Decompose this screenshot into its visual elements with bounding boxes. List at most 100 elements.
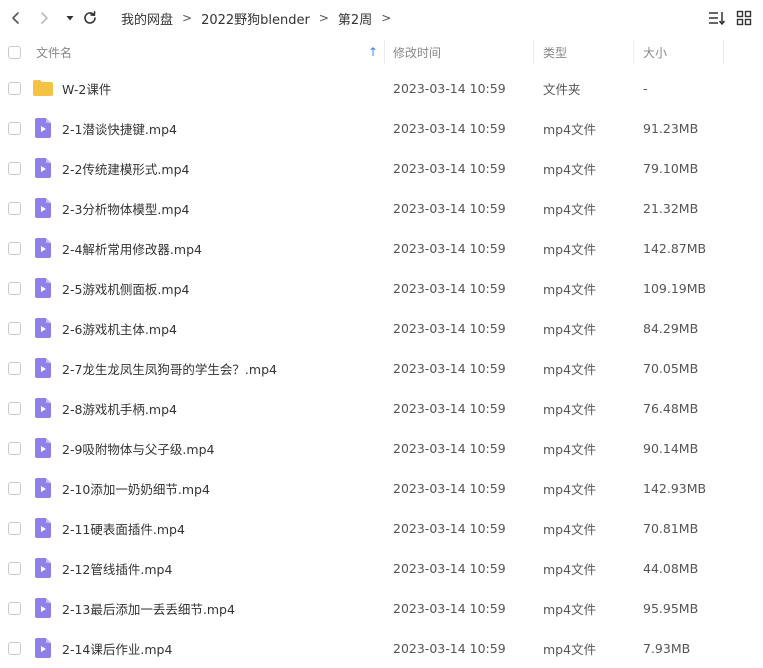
row-checkbox[interactable]	[8, 241, 21, 255]
history-dropdown-button[interactable]	[60, 8, 80, 28]
column-divider[interactable]	[633, 40, 634, 64]
file-row[interactable]: 2-13最后添加一丢丢细节.mp4 2023-03-14 10:59 mp4文件…	[0, 588, 763, 628]
forward-button[interactable]	[34, 8, 54, 28]
file-icon-cell	[32, 628, 54, 668]
row-checkbox[interactable]	[8, 441, 21, 455]
row-checkbox-cell	[8, 148, 21, 188]
column-divider[interactable]	[384, 40, 385, 64]
row-checkbox-cell	[8, 188, 21, 228]
row-checkbox[interactable]	[8, 601, 21, 615]
row-checkbox[interactable]	[8, 161, 21, 175]
select-all-checkbox[interactable]	[8, 45, 21, 59]
column-divider[interactable]	[533, 40, 534, 64]
row-checkbox[interactable]	[8, 481, 21, 495]
file-name[interactable]: 2-2传统建模形式.mp4	[62, 148, 189, 188]
file-size: 95.95MB	[643, 600, 699, 616]
row-checkbox-cell	[8, 68, 21, 108]
column-header: 文件名 ↑ 修改时间 类型 大小	[0, 36, 763, 68]
file-row[interactable]: 2-5游戏机侧面板.mp4 2023-03-14 10:59 mp4文件 109…	[0, 268, 763, 308]
file-name[interactable]: W-2课件	[62, 68, 111, 108]
file-icon-cell	[32, 428, 54, 468]
column-modified-header[interactable]: 修改时间	[393, 36, 533, 68]
file-row[interactable]: 2-7龙生龙凤生凤狗哥的学生会？.mp4 2023-03-14 10:59 mp…	[0, 348, 763, 388]
row-checkbox[interactable]	[8, 81, 21, 95]
row-checkbox[interactable]	[8, 361, 21, 375]
file-size: 7.93MB	[643, 640, 691, 656]
row-checkbox-cell	[8, 428, 21, 468]
file-row[interactable]: 2-9吸附物体与父子级.mp4 2023-03-14 10:59 mp4文件 9…	[0, 428, 763, 468]
sort-list-icon	[709, 12, 726, 26]
file-icon-cell	[32, 388, 54, 428]
breadcrumb: 我的网盘 > 2022野狗blender > 第2周 >	[121, 0, 400, 36]
file-row[interactable]: 2-3分析物体模型.mp4 2023-03-14 10:59 mp4文件 21.…	[0, 188, 763, 228]
file-icon-cell	[32, 148, 54, 188]
file-name[interactable]: 2-10添加一奶奶细节.mp4	[62, 468, 210, 508]
chevron-right-icon	[41, 12, 48, 24]
file-name[interactable]: 2-3分析物体模型.mp4	[62, 188, 189, 228]
row-checkbox[interactable]	[8, 641, 21, 655]
file-modified-time: 2023-03-14 10:59	[393, 520, 506, 536]
file-type: mp4文件	[543, 121, 597, 137]
row-checkbox-cell	[8, 308, 21, 348]
row-checkbox[interactable]	[8, 321, 21, 335]
row-checkbox[interactable]	[8, 561, 21, 575]
folder-row[interactable]: W-2课件 2023-03-14 10:59 文件夹 -	[0, 68, 763, 108]
column-type-label: 类型	[543, 45, 568, 60]
file-icon-cell	[32, 468, 54, 508]
file-row[interactable]: 2-11硬表面插件.mp4 2023-03-14 10:59 mp4文件 70.…	[0, 508, 763, 548]
breadcrumb-item-course[interactable]: 2022野狗blender	[201, 9, 310, 28]
row-checkbox[interactable]	[8, 521, 21, 535]
sort-button[interactable]	[708, 9, 726, 27]
file-row[interactable]: 2-4解析常用修改器.mp4 2023-03-14 10:59 mp4文件 14…	[0, 228, 763, 268]
file-name[interactable]: 2-13最后添加一丢丢细节.mp4	[62, 588, 235, 628]
file-name[interactable]: 2-8游戏机手柄.mp4	[62, 388, 177, 428]
row-checkbox[interactable]	[8, 201, 21, 215]
file-name[interactable]: 2-1潜谈快捷键.mp4	[62, 108, 177, 148]
file-type: mp4文件	[543, 321, 597, 337]
file-size: 142.87MB	[643, 240, 707, 256]
column-divider[interactable]	[723, 40, 724, 64]
column-size-header[interactable]: 大小	[643, 36, 723, 68]
grid-view-button[interactable]	[735, 9, 753, 27]
file-name[interactable]: 2-6游戏机主体.mp4	[62, 308, 177, 348]
video-file-icon	[35, 558, 51, 578]
file-icon-cell	[32, 68, 54, 108]
row-checkbox-cell	[8, 108, 21, 148]
row-checkbox[interactable]	[8, 121, 21, 135]
file-row[interactable]: 2-14课后作业.mp4 2023-03-14 10:59 mp4文件 7.93…	[0, 628, 763, 668]
column-name-header[interactable]: 文件名 ↑	[36, 36, 384, 68]
file-icon-cell	[32, 588, 54, 628]
column-modified-label: 修改时间	[393, 45, 442, 60]
video-file-icon	[35, 398, 51, 418]
file-name[interactable]: 2-5游戏机侧面板.mp4	[62, 268, 189, 308]
file-type: mp4文件	[543, 281, 597, 297]
file-size: 70.05MB	[643, 360, 699, 376]
file-row[interactable]: 2-12管线插件.mp4 2023-03-14 10:59 mp4文件 44.0…	[0, 548, 763, 588]
breadcrumb-separator: >	[182, 11, 193, 25]
column-size-label: 大小	[643, 45, 668, 60]
file-row[interactable]: 2-8游戏机手柄.mp4 2023-03-14 10:59 mp4文件 76.4…	[0, 388, 763, 428]
file-name[interactable]: 2-7龙生龙凤生凤狗哥的学生会？.mp4	[62, 348, 277, 388]
file-row[interactable]: 2-2传统建模形式.mp4 2023-03-14 10:59 mp4文件 79.…	[0, 148, 763, 188]
breadcrumb-item-root[interactable]: 我的网盘	[121, 9, 173, 28]
file-name[interactable]: 2-4解析常用修改器.mp4	[62, 228, 202, 268]
file-name[interactable]: 2-12管线插件.mp4	[62, 548, 172, 588]
file-type: mp4文件	[543, 361, 597, 377]
column-type-header[interactable]: 类型	[543, 36, 633, 68]
file-type: mp4文件	[543, 241, 597, 257]
row-checkbox-cell	[8, 348, 21, 388]
file-row[interactable]: 2-1潜谈快捷键.mp4 2023-03-14 10:59 mp4文件 91.2…	[0, 108, 763, 148]
file-size: 70.81MB	[643, 520, 699, 536]
file-name[interactable]: 2-9吸附物体与父子级.mp4	[62, 428, 214, 468]
file-row[interactable]: 2-10添加一奶奶细节.mp4 2023-03-14 10:59 mp4文件 1…	[0, 468, 763, 508]
file-name[interactable]: 2-11硬表面插件.mp4	[62, 508, 185, 548]
refresh-button[interactable]	[80, 8, 100, 28]
row-checkbox[interactable]	[8, 281, 21, 295]
file-size: 109.19MB	[643, 280, 707, 296]
back-button[interactable]	[6, 8, 26, 28]
file-name[interactable]: 2-14课后作业.mp4	[62, 628, 172, 668]
breadcrumb-item-week[interactable]: 第2周	[338, 9, 372, 28]
file-row[interactable]: 2-6游戏机主体.mp4 2023-03-14 10:59 mp4文件 84.2…	[0, 308, 763, 348]
row-checkbox[interactable]	[8, 401, 21, 415]
file-type: 文件夹	[543, 81, 581, 97]
